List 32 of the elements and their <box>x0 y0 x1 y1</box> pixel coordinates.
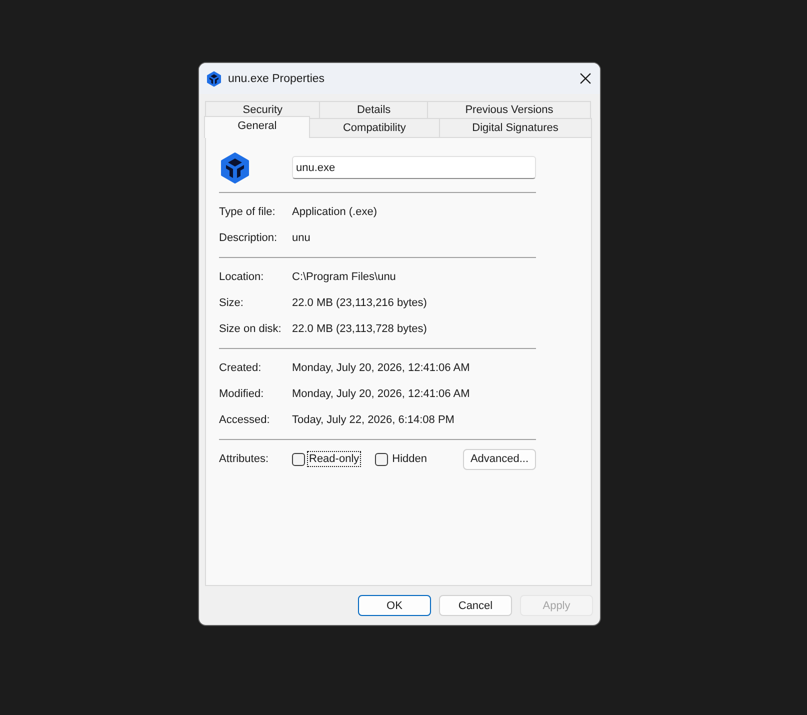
property-label: Description: <box>219 232 278 244</box>
property-label: Size: <box>219 297 244 309</box>
tab[interactable]: Digital Signatures <box>438 118 592 137</box>
property-label: Location: <box>219 271 265 283</box>
checkbox[interactable] <box>292 452 305 466</box>
property-value: Monday, July 20, 2026, 12:41:06 AM <box>292 388 470 400</box>
property-label: Modified: <box>219 388 265 400</box>
checkbox-label[interactable]: Read-only <box>307 451 362 467</box>
property-value: Application (.exe) <box>292 206 377 218</box>
property-label: Size on disk: <box>219 323 282 335</box>
dialog-button[interactable]: Cancel <box>439 595 512 616</box>
cube-icon <box>206 70 222 86</box>
property-label: Created: <box>219 362 262 374</box>
property-value: unu <box>292 232 310 244</box>
tab[interactable]: Previous Versions <box>427 101 592 118</box>
property-label: Type of file: <box>219 206 276 218</box>
close-icon <box>580 73 590 84</box>
file-name-field[interactable]: unu.exe <box>292 156 536 179</box>
property-label: Accessed: <box>219 414 271 426</box>
advanced-button[interactable]: Advanced... <box>463 448 536 470</box>
property-value: 22.0 MB (23,113,728 bytes) <box>292 323 427 335</box>
attributes-label: Attributes: <box>219 453 270 465</box>
window-title: unu.exe Properties <box>228 72 325 84</box>
property-value: Today, July 22, 2026, 6:14:08 PM <box>292 414 454 426</box>
property-value: C:\Program Files\unu <box>292 271 396 283</box>
property-value: 22.0 MB (23,113,216 bytes) <box>292 297 427 309</box>
property-value: Monday, July 20, 2026, 12:41:06 AM <box>292 362 470 374</box>
cube-icon <box>219 152 251 184</box>
tab[interactable]: General <box>204 116 310 138</box>
dialog-button[interactable]: OK <box>358 595 431 616</box>
checkbox-label[interactable]: Hidden <box>390 451 429 467</box>
checkbox[interactable] <box>375 452 388 466</box>
